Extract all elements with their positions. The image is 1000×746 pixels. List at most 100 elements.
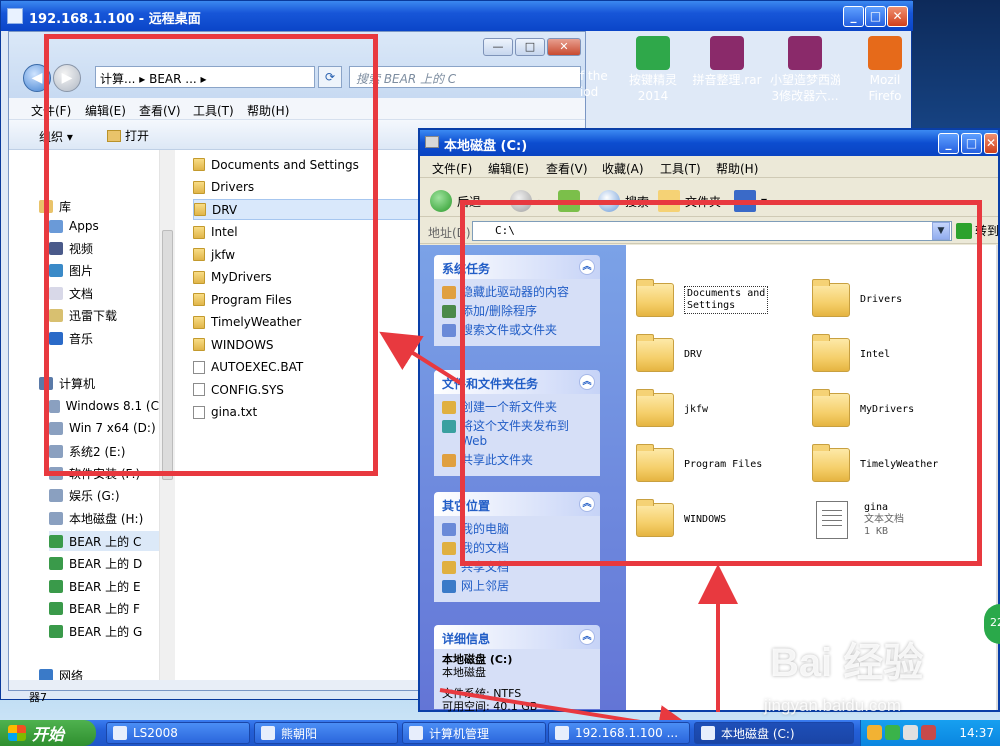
xp-minimize-button[interactable]: _	[938, 133, 959, 154]
folder-item[interactable]: MyDrivers	[812, 385, 982, 435]
xp-maximize-button[interactable]: □	[961, 133, 982, 154]
minimize-button[interactable]: _	[843, 6, 864, 27]
xp-menu-item[interactable]: 收藏(A)	[602, 160, 644, 177]
close-button[interactable]: ✕	[887, 6, 908, 27]
file-row[interactable]: jkfw	[193, 244, 417, 265]
volume-icon[interactable]	[903, 725, 918, 740]
security-icon[interactable]	[921, 725, 936, 740]
xp-menu-item[interactable]: 帮助(H)	[716, 160, 758, 177]
nav-item[interactable]: 软件安装 (F:)	[49, 463, 159, 483]
collapse-icon[interactable]: ︽	[579, 629, 595, 645]
xp-folders-button[interactable]: 文件夹	[658, 190, 721, 212]
win7-menu-item[interactable]: 文件(F)	[31, 102, 71, 119]
nav-item[interactable]: 系统2 (E:)	[49, 441, 159, 461]
xp-address-input[interactable]: C:\	[472, 221, 952, 241]
nav-item[interactable]: Win 7 x64 (D:)	[49, 418, 159, 438]
file-row[interactable]: Documents and Settings	[193, 154, 417, 175]
taskbar-button[interactable]: 本地磁盘 (C:)	[694, 722, 854, 744]
start-button[interactable]: 开始	[0, 720, 96, 746]
desktop-icon[interactable]: 小望造梦西游 3修改器六...	[770, 36, 840, 104]
system-tasks-header[interactable]: 系统任务 ︽	[434, 255, 600, 279]
win7-menu-item[interactable]: 工具(T)	[193, 102, 234, 119]
file-row[interactable]: WINDOWS	[193, 334, 417, 355]
xp-menu-item[interactable]: 编辑(E)	[488, 160, 529, 177]
nav-item[interactable]: BEAR 上的 D	[49, 553, 159, 573]
folder-item[interactable]: Drivers	[812, 275, 982, 325]
file-item[interactable]: gina 文本文档 1 KB	[812, 495, 982, 545]
task-link[interactable]: 我的电脑	[442, 522, 592, 537]
folder-item[interactable]: TimelyWeather	[812, 440, 982, 490]
nav-item[interactable]: Windows 8.1 (C	[49, 396, 159, 416]
win7-close-button[interactable]: ✕	[547, 38, 581, 56]
desktop-icon[interactable]: 按键精灵 2014	[618, 36, 688, 104]
win7-menu-item[interactable]: 编辑(E)	[85, 102, 126, 119]
nav-item[interactable]: 迅雷下载	[49, 305, 159, 325]
other-places-header[interactable]: 其它位置 ︽	[434, 492, 600, 516]
taskbar-button[interactable]: 192.168.1.100 ...	[548, 722, 690, 744]
task-link[interactable]: 添加/删除程序	[442, 304, 592, 319]
desktop-icon[interactable]: 拼音整理.rar	[692, 36, 762, 88]
file-row[interactable]: Intel	[193, 222, 417, 243]
forward-button[interactable]: ▶	[53, 64, 81, 92]
win7-nav-scrollbar[interactable]	[159, 150, 175, 680]
file-row[interactable]: MyDrivers	[193, 267, 417, 288]
open-button[interactable]: 打开	[107, 127, 149, 144]
win7-search-input[interactable]: 搜索 BEAR 上的 C	[349, 66, 581, 88]
file-tasks-header[interactable]: 文件和文件夹任务 ︽	[434, 370, 600, 394]
file-row[interactable]: DRV	[193, 199, 425, 220]
back-button[interactable]: ◀	[23, 64, 51, 92]
task-link[interactable]: 网上邻居	[442, 579, 592, 594]
task-link[interactable]: 隐藏此驱动器的内容	[442, 285, 592, 300]
file-row[interactable]: Program Files	[193, 289, 417, 310]
task-link[interactable]: 我的文档	[442, 541, 592, 556]
go-button[interactable]: 转到	[956, 222, 999, 239]
xp-up-button[interactable]	[558, 190, 585, 212]
win7-minimize-button[interactable]: —	[483, 38, 513, 56]
remote-desktop-titlebar[interactable]: 192.168.1.100 - 远程桌面 _ □ ✕	[1, 1, 913, 31]
details-header[interactable]: 详细信息 ︽	[434, 625, 600, 649]
refresh-icon[interactable]: ⟳	[318, 66, 342, 88]
nav-item[interactable]: Apps	[49, 216, 159, 236]
file-row[interactable]: AUTOEXEC.BAT	[193, 357, 417, 378]
folder-item[interactable]: Documents and Settings	[636, 275, 806, 325]
collapse-icon[interactable]: ︽	[579, 496, 595, 512]
task-link[interactable]: 将这个文件夹发布到 Web	[442, 419, 592, 449]
taskbar-button[interactable]: LS2008	[106, 722, 250, 744]
file-row[interactable]: TimelyWeather	[193, 312, 417, 333]
nav-item[interactable]: 娱乐 (G:)	[49, 485, 159, 505]
xp-menu-item[interactable]: 工具(T)	[660, 160, 701, 177]
folder-item[interactable]: Program Files	[636, 440, 806, 490]
organize-button[interactable]: 组织 ▾	[39, 128, 73, 145]
task-link[interactable]: 共享文档	[442, 560, 592, 575]
taskbar-button[interactable]: 熊朝阳	[254, 722, 398, 744]
collapse-icon[interactable]: ︽	[579, 374, 595, 390]
xp-menu-item[interactable]: 查看(V)	[546, 160, 588, 177]
collapse-icon[interactable]: ︽	[579, 259, 595, 275]
folder-item[interactable]: Intel	[812, 330, 982, 380]
file-row[interactable]: CONFIG.SYS	[193, 379, 417, 400]
qq-icon[interactable]	[867, 725, 882, 740]
xp-search-button[interactable]: 搜索	[598, 190, 649, 212]
xp-back-button[interactable]: 后退 ·	[430, 190, 489, 212]
folder-item[interactable]: jkfw	[636, 385, 806, 435]
network-icon[interactable]	[885, 725, 900, 740]
nav-item[interactable]: BEAR 上的 C	[49, 531, 159, 551]
xp-close-button[interactable]: ✕	[984, 133, 998, 154]
nav-item[interactable]: 计算机	[39, 373, 159, 393]
nav-item[interactable]: 图片	[49, 260, 159, 280]
folder-item[interactable]: WINDOWS	[636, 495, 806, 545]
xp-titlebar[interactable]: 本地磁盘 (C:) _ □ ✕	[420, 130, 998, 156]
win7-menu-item[interactable]: 帮助(H)	[247, 102, 289, 119]
nav-item[interactable]: 本地磁盘 (H:)	[49, 508, 159, 528]
chevron-down-icon[interactable]: ▼	[932, 222, 950, 240]
nav-item[interactable]: 文档	[49, 283, 159, 303]
xp-forward-button[interactable]: ·	[510, 190, 541, 212]
xp-views-button[interactable]: ▾	[734, 190, 767, 212]
task-link[interactable]: 共享此文件夹	[442, 453, 592, 468]
nav-item[interactable]: BEAR 上的 G	[49, 621, 159, 641]
nav-item[interactable]: 库	[39, 196, 159, 216]
xp-menu-item[interactable]: 文件(F)	[432, 160, 472, 177]
win7-maximize-button[interactable]: □	[515, 38, 545, 56]
task-link[interactable]: 创建一个新文件夹	[442, 400, 592, 415]
nav-item[interactable]: 音乐	[49, 328, 159, 348]
